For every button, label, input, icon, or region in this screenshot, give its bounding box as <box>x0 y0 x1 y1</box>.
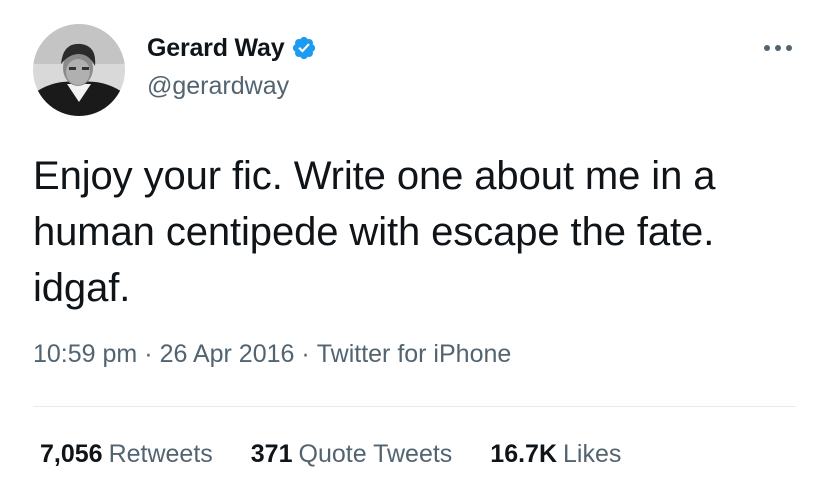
author-handle[interactable]: @gerardway <box>147 72 289 101</box>
author-display-name[interactable]: Gerard Way <box>147 34 285 63</box>
retweets-label: Retweets <box>108 440 213 468</box>
tweet-time[interactable]: 10:59 pm <box>33 340 137 369</box>
likes-count: 16.7K <box>490 440 558 468</box>
more-horizontal-icon[interactable] <box>758 36 798 60</box>
author-name-row: Gerard Way <box>147 31 317 65</box>
likes-stat[interactable]: 16.7K Likes <box>490 440 621 469</box>
tweet-source[interactable]: Twitter for iPhone <box>317 340 512 369</box>
avatar[interactable] <box>33 24 125 116</box>
retweets-count: 7,056 <box>40 440 103 468</box>
verified-badge-icon <box>291 35 317 61</box>
tweet-date[interactable]: 26 Apr 2016 <box>160 340 295 369</box>
retweets-stat[interactable]: 7,056 Retweets <box>40 440 213 469</box>
meta-separator: · <box>301 340 310 368</box>
quote-tweets-label: Quote Tweets <box>298 440 453 468</box>
tweet-meta: 10:59 pm · 26 Apr 2016 · Twitter for iPh… <box>33 340 511 369</box>
likes-label: Likes <box>563 440 622 468</box>
engagement-stats: 7,056 Retweets 371 Quote Tweets 16.7K Li… <box>40 440 621 469</box>
divider <box>33 406 796 407</box>
avatar-photo <box>33 24 125 116</box>
tweet-text: Enjoy your fic. Write one about me in a … <box>33 154 716 310</box>
quote-tweets-stat[interactable]: 371 Quote Tweets <box>251 440 453 469</box>
quote-tweets-count: 371 <box>250 440 293 468</box>
meta-separator: · <box>144 340 153 368</box>
